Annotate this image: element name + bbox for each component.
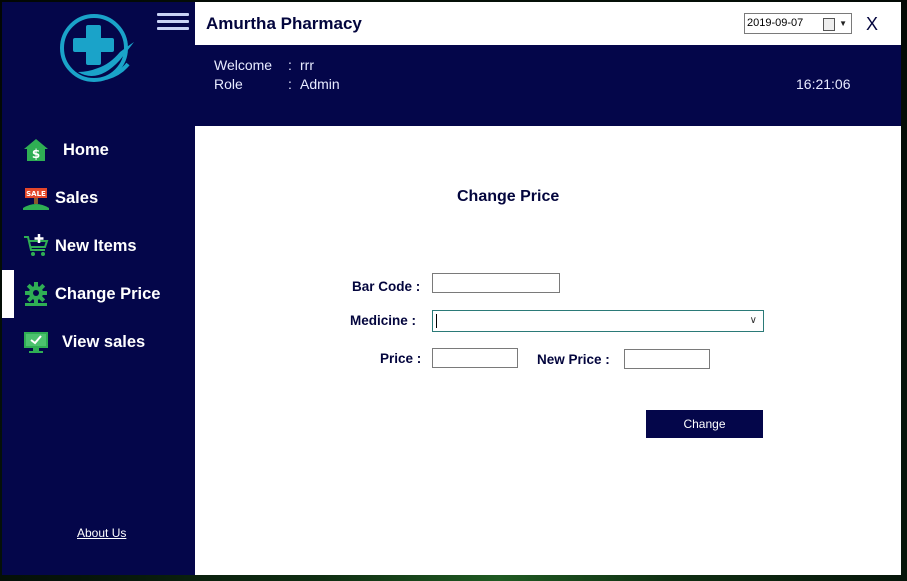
sidebar-item-label: Home — [63, 141, 109, 159]
change-price-panel: Change Price Bar Code : Medicine : ∨ Pri… — [195, 126, 901, 575]
sidebar-item-change-price[interactable]: Change Price — [2, 270, 195, 318]
sidebar-item-home[interactable]: $ Home — [2, 130, 195, 170]
new-price-input[interactable] — [624, 349, 710, 369]
text-caret — [436, 314, 437, 328]
price-label: Price : — [380, 351, 422, 366]
calendar-icon — [823, 18, 835, 31]
about-us-link[interactable]: About Us — [77, 526, 126, 540]
welcome-separator: : — [288, 57, 292, 73]
barcode-label: Bar Code : — [352, 279, 421, 294]
sidebar-item-label: Change Price — [55, 285, 161, 303]
role-value: Admin — [300, 76, 340, 92]
change-button[interactable]: Change — [646, 410, 763, 438]
hamburger-menu-icon[interactable] — [156, 10, 190, 36]
svg-text:SALE: SALE — [26, 190, 46, 198]
sidebar: $ Home SALE Sales New Items Change Price… — [2, 2, 195, 575]
welcome-label: Welcome — [214, 57, 273, 73]
app-title: Amurtha Pharmacy — [206, 14, 362, 33]
chevron-down-icon[interactable]: ∨ — [750, 315, 757, 326]
chevron-down-icon: ▼ — [839, 19, 847, 28]
date-picker[interactable]: 2019-09-07 ▼ — [744, 13, 852, 34]
role-separator: : — [288, 76, 292, 92]
sidebar-item-new-items[interactable]: New Items — [2, 226, 195, 266]
user-info-header: Welcome : rrr Role : Admin 16:21:06 — [195, 45, 901, 126]
role-label: Role — [214, 76, 243, 92]
sidebar-item-label: View sales — [62, 333, 146, 351]
app-window: $ Home SALE Sales New Items Change Price… — [2, 2, 901, 575]
new-price-label: New Price : — [537, 352, 610, 367]
gear-icon — [25, 282, 47, 306]
welcome-value: rrr — [300, 57, 314, 73]
price-input[interactable] — [432, 348, 518, 368]
cart-add-icon — [24, 234, 49, 256]
close-button[interactable]: X — [866, 14, 878, 35]
active-indicator — [2, 270, 14, 318]
sidebar-item-sales[interactable]: SALE Sales — [2, 178, 195, 218]
medicine-combobox[interactable]: ∨ — [432, 310, 764, 332]
monitor-check-icon — [24, 332, 48, 353]
clock: 16:21:06 — [796, 76, 851, 92]
sidebar-item-label: Sales — [55, 189, 99, 207]
date-value: 2019-09-07 — [747, 17, 804, 29]
pharmacy-logo-icon — [60, 14, 134, 82]
sale-sign-icon: SALE — [23, 188, 49, 210]
title-bar: Amurtha Pharmacy 2019-09-07 ▼ X — [195, 2, 901, 45]
svg-text:$: $ — [32, 147, 40, 161]
sidebar-item-label: New Items — [55, 237, 137, 255]
home-dollar-icon: $ — [24, 139, 48, 161]
sidebar-item-view-sales[interactable]: View sales — [2, 322, 195, 362]
barcode-input[interactable] — [432, 273, 560, 293]
page-title: Change Price — [457, 188, 560, 205]
medicine-label: Medicine : — [350, 313, 417, 328]
